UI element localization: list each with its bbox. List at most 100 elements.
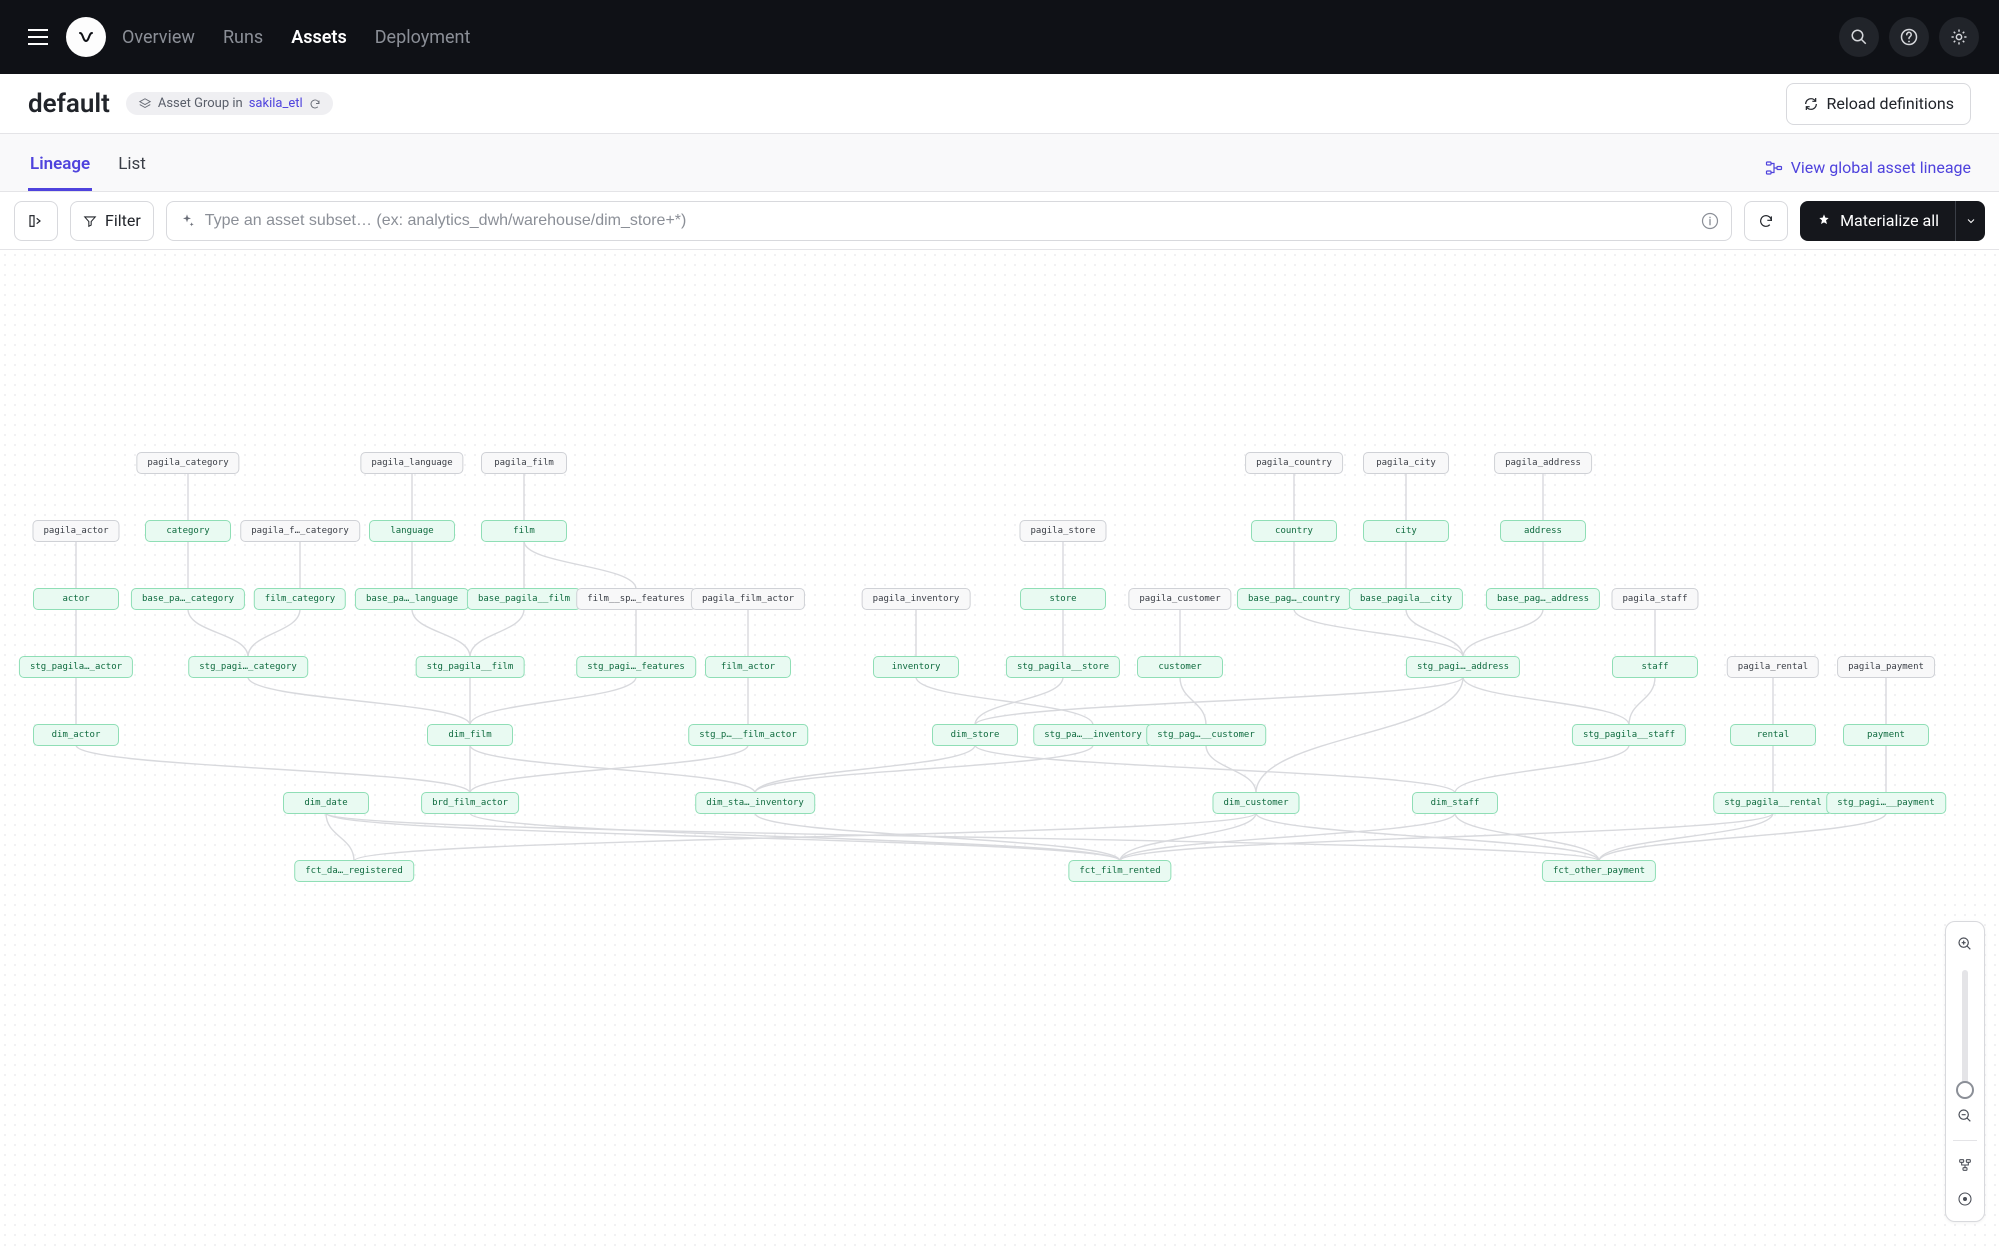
asset-node-brd_film_actor[interactable]: brd_film_actor: [421, 792, 519, 814]
filter-label: Filter: [105, 211, 141, 230]
app-logo[interactable]: [66, 17, 106, 57]
materialize-dropdown-button[interactable]: [1955, 201, 1985, 241]
info-icon: [1701, 212, 1719, 230]
asset-node-store[interactable]: store: [1020, 588, 1106, 610]
asset-node-pagila_film_actor[interactable]: pagila_film_actor: [691, 588, 805, 610]
zoom-slider[interactable]: [1962, 970, 1968, 1090]
badge-link[interactable]: sakila_etl: [249, 96, 303, 111]
asset-node-stg_pagila_store[interactable]: stg_pagila__store: [1006, 656, 1120, 678]
asset-node-pagila_payment[interactable]: pagila_payment: [1837, 656, 1935, 678]
asset-node-base_pagila_film[interactable]: base_pagila__film: [467, 588, 581, 610]
asset-node-fct_film_rented[interactable]: fct_film_rented: [1068, 860, 1171, 882]
nav-item-runs[interactable]: Runs: [223, 27, 263, 48]
reload-icon: [1803, 96, 1819, 112]
asset-node-pagila_film[interactable]: pagila_film: [481, 452, 567, 474]
lineage-icon: [1765, 159, 1783, 177]
asset-search-input[interactable]: [205, 212, 1691, 230]
asset-node-stg_pagila_staff[interactable]: stg_pagila__staff: [1572, 724, 1686, 746]
search-button[interactable]: [1839, 17, 1879, 57]
reload-definitions-button[interactable]: Reload definitions: [1786, 83, 1972, 125]
expand-panel-button[interactable]: [14, 201, 58, 241]
asset-node-stg_pagi_features[interactable]: stg_pagi…_features: [576, 656, 696, 678]
sub-nav: Lineage List View global asset lineage: [0, 134, 1999, 192]
asset-node-dim_store[interactable]: dim_store: [932, 724, 1018, 746]
asset-node-film_category[interactable]: film_category: [254, 588, 346, 610]
asset-node-stg_pag_customer[interactable]: stg_pag…__customer: [1146, 724, 1266, 746]
asset-node-stg_pagi_address[interactable]: stg_pagi…_address: [1406, 656, 1520, 678]
asset-node-dim_actor[interactable]: dim_actor: [33, 724, 119, 746]
asset-node-dim_sta_inventory[interactable]: dim_sta…_inventory: [695, 792, 815, 814]
asset-node-base_pa_language[interactable]: base_pa…_language: [355, 588, 469, 610]
asset-node-film_actor[interactable]: film_actor: [705, 656, 791, 678]
asset-node-city[interactable]: city: [1363, 520, 1449, 542]
asset-node-country[interactable]: country: [1251, 520, 1337, 542]
asset-node-actor[interactable]: actor: [33, 588, 119, 610]
fit-graph-button[interactable]: [1951, 1151, 1979, 1179]
tab-list[interactable]: List: [116, 154, 148, 191]
nav-item-deployment[interactable]: Deployment: [375, 27, 471, 48]
refresh-icon: [1758, 213, 1774, 229]
asset-node-address[interactable]: address: [1500, 520, 1586, 542]
asset-node-dim_staff[interactable]: dim_staff: [1412, 792, 1498, 814]
zoom-thumb[interactable]: [1956, 1081, 1974, 1099]
asset-node-language[interactable]: language: [369, 520, 455, 542]
menu-button[interactable]: [20, 19, 56, 55]
asset-node-category[interactable]: category: [145, 520, 231, 542]
materialize-all-button[interactable]: Materialize all: [1800, 201, 1955, 241]
asset-node-pagila_store[interactable]: pagila_store: [1019, 520, 1106, 542]
asset-node-inventory[interactable]: inventory: [873, 656, 959, 678]
nav-item-overview[interactable]: Overview: [122, 27, 195, 48]
asset-node-fct_other_payment[interactable]: fct_other_payment: [1542, 860, 1656, 882]
asset-node-dim_customer[interactable]: dim_customer: [1212, 792, 1299, 814]
asset-node-pagila_inventory[interactable]: pagila_inventory: [862, 588, 971, 610]
asset-node-pagila_customer[interactable]: pagila_customer: [1128, 588, 1231, 610]
asset-node-stg_pagila_rental[interactable]: stg_pagila__rental: [1713, 792, 1833, 814]
asset-node-stg_pagila_actor[interactable]: stg_pagila…_actor: [19, 656, 133, 678]
logo-icon: [74, 25, 98, 49]
asset-node-stg_p_film_actor[interactable]: stg_p…__film_actor: [688, 724, 808, 746]
settings-button[interactable]: [1939, 17, 1979, 57]
asset-node-pagila_staff[interactable]: pagila_staff: [1611, 588, 1698, 610]
search-info-button[interactable]: [1701, 212, 1719, 230]
asset-node-pagila_f_category[interactable]: pagila_f…_category: [240, 520, 360, 542]
asset-node-dim_date[interactable]: dim_date: [283, 792, 369, 814]
lineage-graph[interactable]: pagila_category pagila_language pagila_fil…: [0, 250, 1999, 1250]
asset-group-badge[interactable]: Asset Group in sakila_etl: [126, 92, 333, 115]
asset-node-pagila_category[interactable]: pagila_category: [136, 452, 239, 474]
asset-node-pagila_rental[interactable]: pagila_rental: [1727, 656, 1819, 678]
asset-node-stg_pagila_film[interactable]: stg_pagila__film: [416, 656, 525, 678]
asset-node-pagila_language[interactable]: pagila_language: [360, 452, 463, 474]
view-global-lineage-link[interactable]: View global asset lineage: [1765, 158, 1971, 191]
tab-lineage[interactable]: Lineage: [28, 154, 92, 191]
asset-node-base_pagila_city[interactable]: base_pagila__city: [1349, 588, 1463, 610]
asset-node-pagila_actor[interactable]: pagila_actor: [32, 520, 119, 542]
asset-node-film_sp_features[interactable]: film__sp…_features: [576, 588, 696, 610]
asset-node-stg_pagi_category[interactable]: stg_pagi…_category: [188, 656, 308, 678]
zoom-out-button[interactable]: [1951, 1102, 1979, 1130]
center-graph-button[interactable]: [1951, 1185, 1979, 1213]
asset-node-film[interactable]: film: [481, 520, 567, 542]
nav-item-assets[interactable]: Assets: [291, 27, 347, 48]
help-button[interactable]: [1889, 17, 1929, 57]
zoom-panel: [1945, 921, 1985, 1222]
asset-node-stg_pa_inventory[interactable]: stg_pa…__inventory: [1033, 724, 1153, 746]
asset-node-base_pag_address[interactable]: base_pag…_address: [1486, 588, 1600, 610]
asset-node-pagila_address[interactable]: pagila_address: [1494, 452, 1592, 474]
refresh-graph-button[interactable]: [1744, 201, 1788, 241]
asset-node-stg_pagi_payment[interactable]: stg_pagi…__payment: [1826, 792, 1946, 814]
asset-node-payment[interactable]: payment: [1843, 724, 1929, 746]
filter-button[interactable]: Filter: [70, 201, 154, 241]
asset-node-pagila_country[interactable]: pagila_country: [1245, 452, 1343, 474]
asset-node-rental[interactable]: rental: [1730, 724, 1816, 746]
zoom-in-icon: [1957, 936, 1973, 952]
asset-node-pagila_city[interactable]: pagila_city: [1363, 452, 1449, 474]
panel-icon: [28, 213, 44, 229]
asset-subset-search[interactable]: [166, 201, 1732, 241]
asset-node-staff[interactable]: staff: [1612, 656, 1698, 678]
asset-node-dim_film[interactable]: dim_film: [427, 724, 513, 746]
asset-node-customer[interactable]: customer: [1137, 656, 1223, 678]
asset-node-base_pa_category[interactable]: base_pa…_category: [131, 588, 245, 610]
asset-node-fct_da_registered[interactable]: fct_da…_registered: [294, 860, 414, 882]
zoom-in-button[interactable]: [1951, 930, 1979, 958]
asset-node-base_pag_country[interactable]: base_pag…_country: [1237, 588, 1351, 610]
